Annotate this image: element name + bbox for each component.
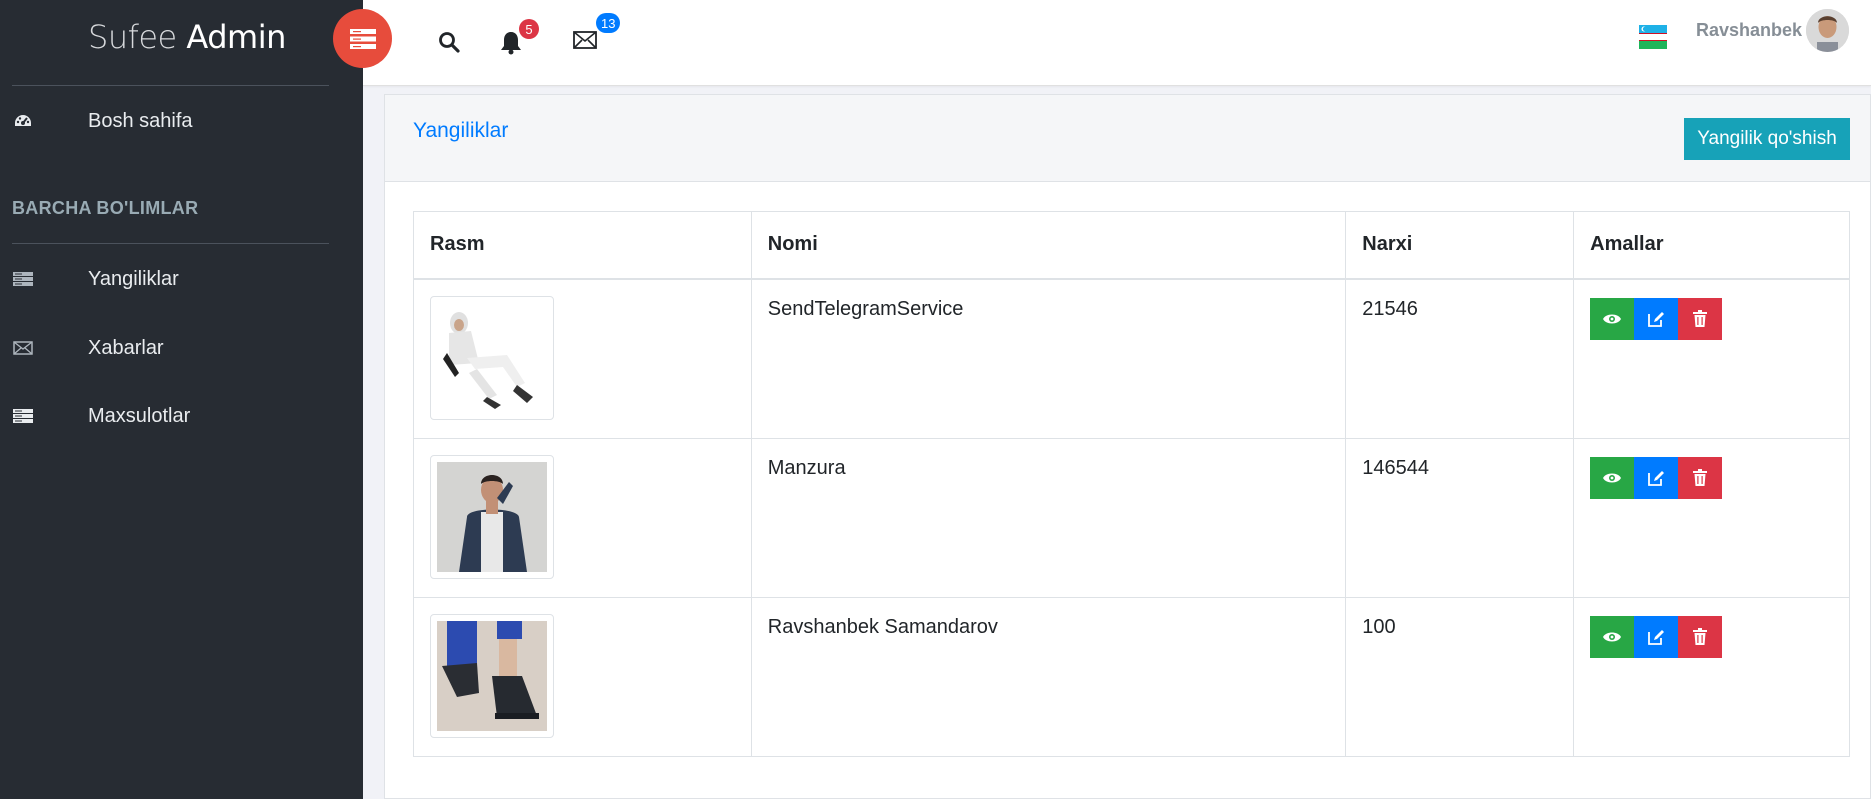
sidebar-item-home[interactable]: Bosh sahifa: [12, 101, 342, 141]
eye-icon: [1603, 632, 1622, 641]
server-icon: [349, 28, 376, 49]
trash-icon: [1693, 310, 1708, 327]
sidebar-item-yangiliklar[interactable]: Yangiliklar: [12, 259, 342, 299]
edit-button[interactable]: [1634, 456, 1679, 499]
sidebar: Sufee Admin Bosh sahifa BARCHA BO'LIMLAR…: [0, 0, 363, 799]
edit-button[interactable]: [1634, 297, 1679, 340]
product-thumbnail: [430, 295, 554, 420]
dashboard-icon: [12, 113, 34, 129]
product-image: [437, 461, 547, 572]
product-thumbnail: [430, 613, 554, 738]
add-news-button[interactable]: Yangilik qo'shish: [1684, 118, 1850, 160]
brand-bold: Admin: [186, 18, 286, 56]
sidebar-item-label: Maxsulotlar: [88, 404, 191, 427]
brand-light: Sufee: [88, 18, 177, 56]
delete-button[interactable]: [1678, 456, 1723, 499]
envelope-icon: [12, 340, 34, 356]
column-header-rasm: Rasm: [413, 211, 752, 280]
column-header-narxi: Narxi: [1345, 211, 1575, 280]
row-actions: [1590, 297, 1833, 340]
view-button[interactable]: [1590, 297, 1635, 340]
product-price: 100: [1345, 596, 1575, 757]
edit-icon: [1648, 470, 1665, 486]
sidebar-item-xabarlar[interactable]: Xabarlar: [12, 328, 342, 368]
sidebar-item-label: Bosh sahifa: [88, 109, 193, 132]
sidebar-item-label: Xabarlar: [88, 336, 164, 359]
product-image: [437, 620, 547, 731]
edit-icon: [1648, 629, 1665, 645]
view-button[interactable]: [1590, 615, 1635, 658]
row-actions: [1590, 615, 1833, 658]
news-table: Rasm Nomi Narxi Amallar SendTelegramServ…: [413, 211, 1850, 757]
divider: [12, 243, 329, 244]
product-name: SendTelegramService: [750, 278, 1347, 439]
view-button[interactable]: [1590, 456, 1635, 499]
eye-icon: [1603, 314, 1622, 323]
news-card: Yangiliklar Yangilik qo'shish Rasm Nomi …: [384, 94, 1871, 799]
username[interactable]: Ravshanbek: [1696, 20, 1802, 41]
menu-toggle-button[interactable]: [333, 9, 392, 68]
trash-icon: [1693, 469, 1708, 486]
card-header: Yangiliklar Yangilik qo'shish: [385, 95, 1870, 182]
product-price: 21546: [1345, 278, 1575, 439]
card-title: Yangiliklar: [413, 119, 509, 142]
table-header-row: Rasm Nomi Narxi Amallar: [413, 211, 1850, 280]
search-icon[interactable]: [438, 31, 460, 58]
avatar[interactable]: [1806, 9, 1849, 52]
trash-icon: [1693, 628, 1708, 645]
column-header-nomi: Nomi: [750, 211, 1347, 280]
bell-icon[interactable]: [500, 31, 522, 60]
server-icon: [12, 408, 34, 424]
brand-logo[interactable]: Sufee Admin: [88, 18, 286, 56]
uzbekistan-flag-icon[interactable]: [1639, 25, 1667, 49]
table-row: SendTelegramService 21546: [413, 278, 1850, 439]
server-icon: [12, 271, 34, 287]
messages-badge: 13: [596, 13, 621, 33]
table-row: Ravshanbek Samandarov 100: [413, 596, 1850, 757]
row-actions: [1590, 456, 1833, 499]
sidebar-section-title: BARCHA BO'LIMLAR: [12, 198, 199, 218]
envelope-icon[interactable]: [573, 30, 597, 55]
column-header-amallar: Amallar: [1573, 211, 1850, 280]
edit-icon: [1648, 311, 1665, 327]
notification-badge: 5: [519, 19, 539, 39]
delete-button[interactable]: [1678, 615, 1723, 658]
table-row: Manzura 146544: [413, 437, 1850, 598]
eye-icon: [1603, 473, 1622, 482]
product-thumbnail: [430, 454, 554, 579]
edit-button[interactable]: [1634, 615, 1679, 658]
product-name: Manzura: [750, 437, 1347, 598]
sidebar-item-label: Yangiliklar: [88, 267, 179, 290]
divider: [12, 85, 329, 86]
product-image: [437, 302, 547, 413]
delete-button[interactable]: [1678, 297, 1723, 340]
product-name: Ravshanbek Samandarov: [750, 596, 1347, 757]
product-price: 146544: [1345, 437, 1575, 598]
sidebar-item-maxsulotlar[interactable]: Maxsulotlar: [12, 396, 342, 436]
